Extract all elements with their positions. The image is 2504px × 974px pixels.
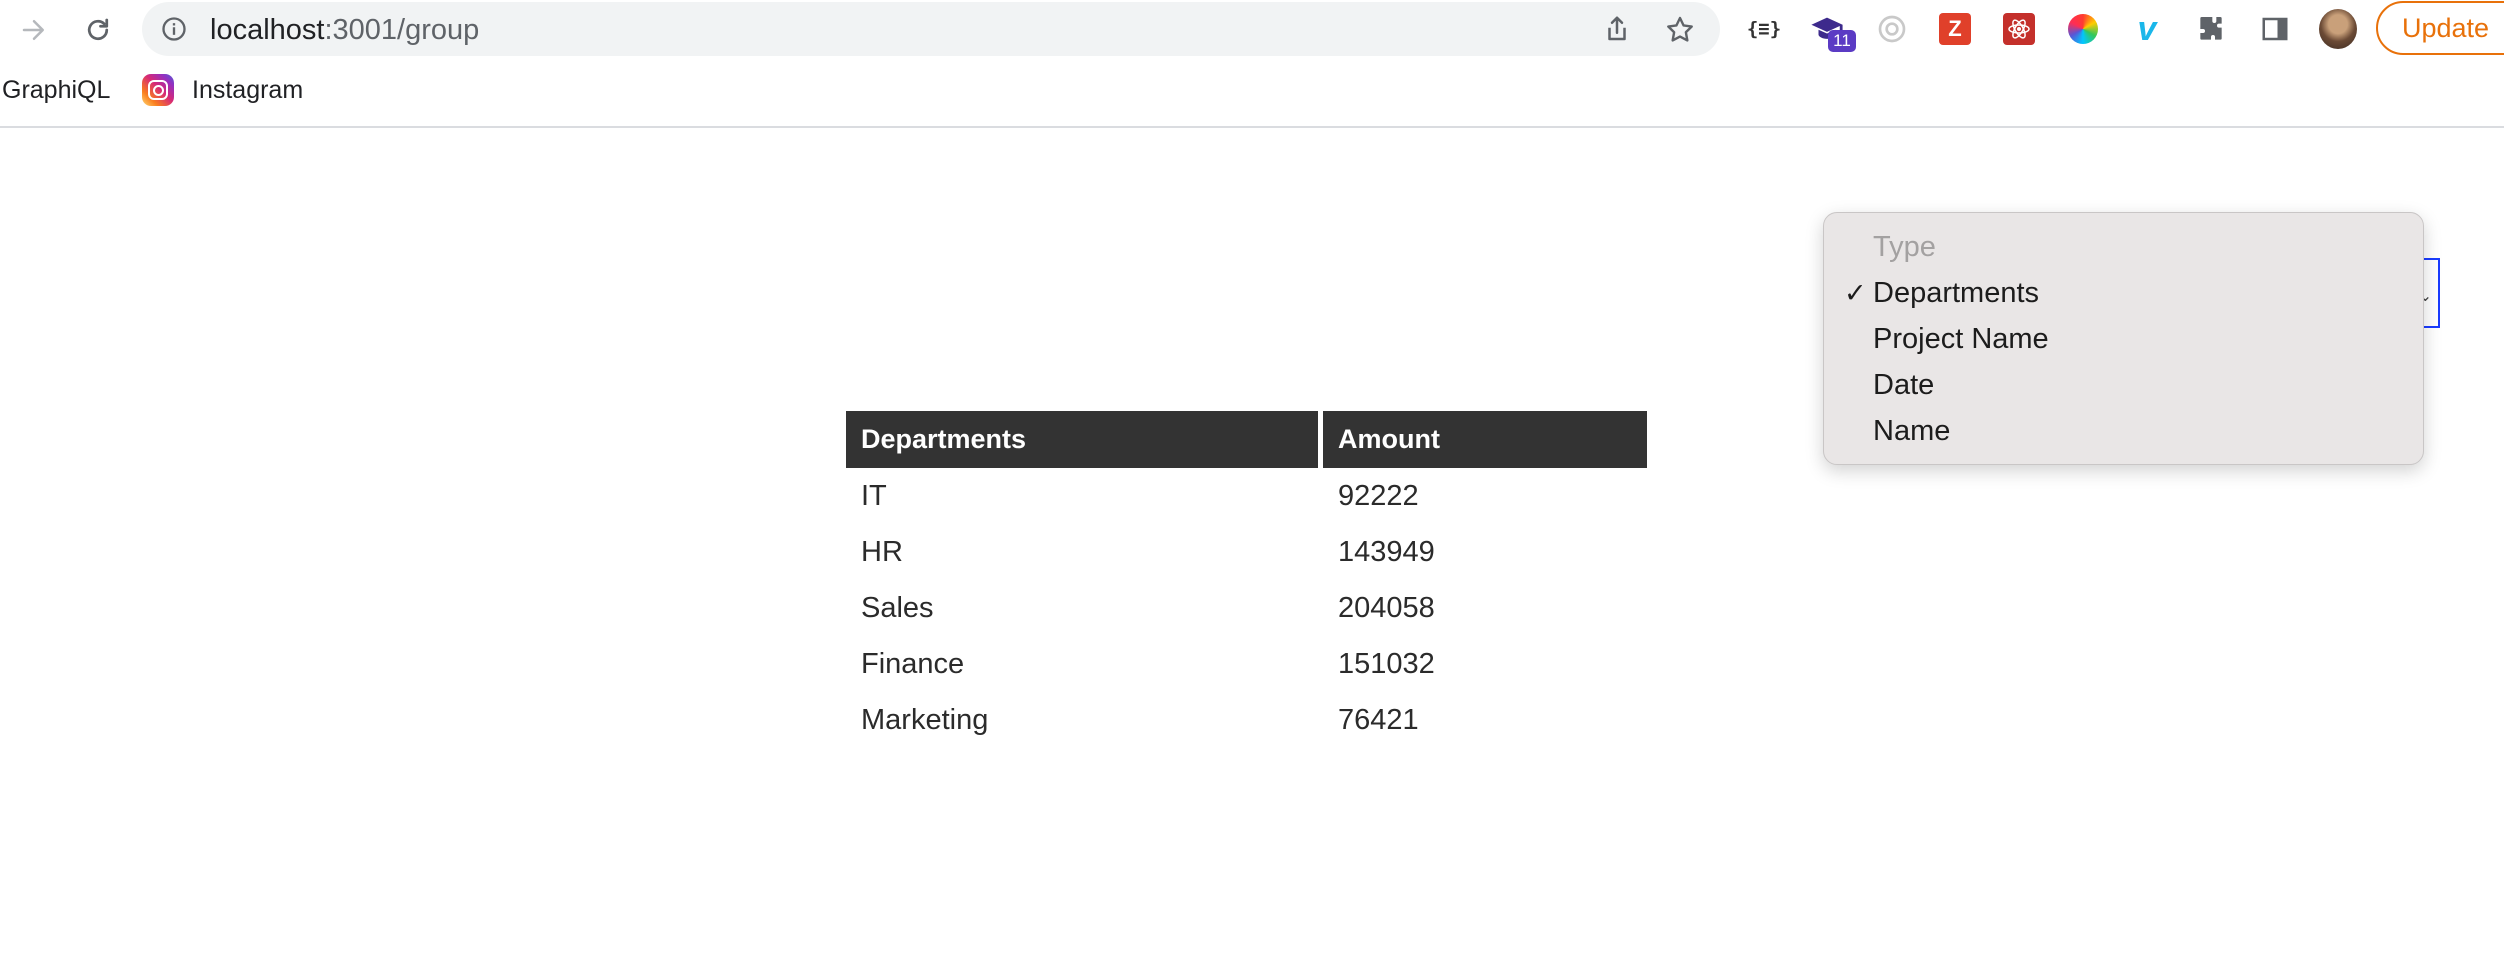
cell-department: Marketing xyxy=(861,704,989,736)
profile-avatar[interactable] xyxy=(2319,9,2357,49)
url-path: :3001/group xyxy=(324,14,480,46)
checkmark-icon: ✓ xyxy=(1844,278,1867,308)
departments-table: Departments Amount IT 92222 HR 143949 Sa… xyxy=(846,411,1647,747)
option-departments[interactable]: Departments xyxy=(1873,275,2039,311)
reload-icon xyxy=(87,18,109,41)
share-icon[interactable] xyxy=(1602,14,1632,44)
cell-amount: 143949 xyxy=(1338,536,1435,568)
option-name[interactable]: Name xyxy=(1873,413,1950,449)
bookmark-graphiql[interactable]: GraphiQL xyxy=(2,72,110,108)
type-dropdown-menu[interactable]: Type ✓ Departments Project Name Date Nam… xyxy=(1823,212,2424,465)
cell-department: Finance xyxy=(861,648,965,680)
browser-toolbar: localhost:3001/group {≡} 11 Z v Update xyxy=(0,0,2504,58)
forward-button[interactable] xyxy=(14,10,54,50)
cell-department: Sales xyxy=(861,592,934,624)
forward-arrow-icon xyxy=(22,20,44,40)
address-bar[interactable]: localhost:3001/group xyxy=(142,2,1720,56)
option-project-name[interactable]: Project Name xyxy=(1873,321,2049,357)
reload-button[interactable] xyxy=(78,10,118,50)
url-text[interactable]: localhost:3001/group xyxy=(210,13,479,47)
star-icon[interactable] xyxy=(1664,14,1696,46)
bookmark-label: Instagram xyxy=(192,75,304,104)
cell-amount: 204058 xyxy=(1338,592,1435,624)
option-date[interactable]: Date xyxy=(1873,367,1934,403)
cell-amount: 151032 xyxy=(1338,648,1435,680)
color-picker-icon[interactable] xyxy=(2064,10,2102,48)
bookmark-label: GraphiQL xyxy=(2,75,111,104)
graduation-cap-icon[interactable]: 11 xyxy=(1808,10,1856,52)
column-header-departments: Departments xyxy=(846,411,1318,468)
json-formatter-icon[interactable]: {≡} xyxy=(1745,10,1783,48)
bookmarks-bar: GraphiQL Instagram xyxy=(0,58,2504,128)
update-button[interactable]: Update xyxy=(2376,1,2504,55)
site-info-icon[interactable] xyxy=(160,15,188,43)
circle-extension-icon[interactable] xyxy=(1873,10,1911,48)
dropdown-placeholder: Type xyxy=(1873,231,1936,263)
cell-amount: 92222 xyxy=(1338,480,1419,512)
zotero-icon[interactable]: Z xyxy=(1936,10,1974,48)
vimeo-icon[interactable]: v xyxy=(2128,10,2166,48)
column-header-amount: Amount xyxy=(1323,411,1647,468)
cell-amount: 76421 xyxy=(1338,704,1419,736)
react-devtools-icon[interactable] xyxy=(2000,10,2038,48)
cell-department: HR xyxy=(861,536,903,568)
instagram-icon xyxy=(142,74,174,106)
bookmark-instagram[interactable]: Instagram xyxy=(142,72,303,108)
url-host: localhost xyxy=(210,14,325,46)
extension-badge: 11 xyxy=(1828,30,1856,52)
side-panel-icon[interactable] xyxy=(2256,10,2294,48)
cell-department: IT xyxy=(861,480,887,512)
puzzle-extensions-icon[interactable] xyxy=(2192,10,2230,48)
